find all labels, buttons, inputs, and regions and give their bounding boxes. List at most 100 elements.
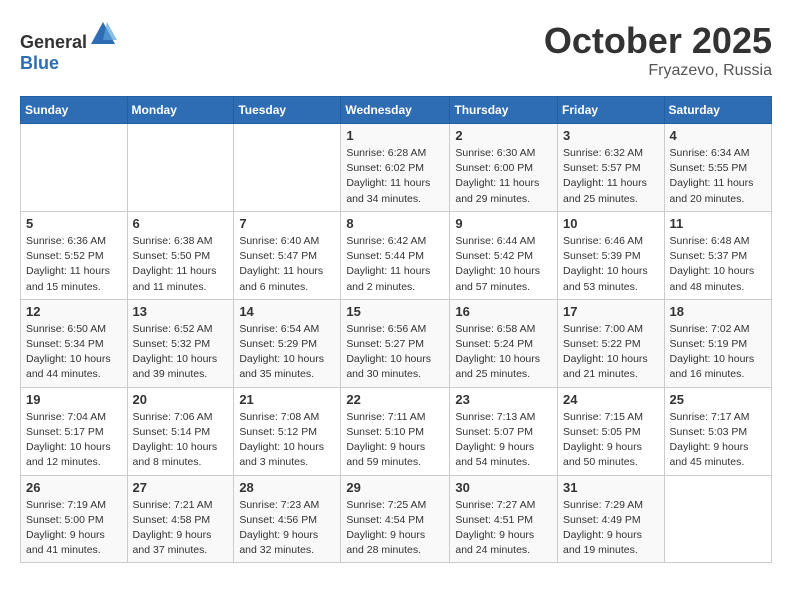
logo-blue: Blue [20,53,59,73]
day-info: Sunrise: 6:36 AMSunset: 5:52 PMDaylight:… [26,234,122,295]
day-cell: 26Sunrise: 7:19 AMSunset: 5:00 PMDayligh… [21,475,128,563]
day-cell: 17Sunrise: 7:00 AMSunset: 5:22 PMDayligh… [558,299,665,387]
day-cell: 13 Sunrise: 6:52 AMSunset: 5:32 PMDayligh… [127,299,234,387]
day-cell: 6 Sunrise: 6:38 AMSunset: 5:50 PMDaylight… [127,211,234,299]
day-info: Sunrise: 6:34 AMSunset: 5:55 PMDaylight:… [670,146,766,207]
day-number: 22 [346,392,444,407]
day-number: 4 [670,128,766,143]
day-cell: 4 Sunrise: 6:34 AMSunset: 5:55 PMDaylight… [664,124,771,212]
day-number: 5 [26,216,122,231]
day-number: 23 [455,392,552,407]
day-cell [234,124,341,212]
header-row: SundayMondayTuesdayWednesdayThursdayFrid… [21,97,772,124]
day-cell: 16 Sunrise: 6:58 AMSunset: 5:24 PMDayligh… [450,299,558,387]
day-info: Sunrise: 6:38 AMSunset: 5:50 PMDaylight:… [133,234,229,295]
day-cell: 7 Sunrise: 6:40 AMSunset: 5:47 PMDaylight… [234,211,341,299]
day-cell: 14 Sunrise: 6:54 AMSunset: 5:29 PMDayligh… [234,299,341,387]
day-info: Sunrise: 7:27 AMSunset: 4:51 PMDaylight:… [455,498,552,559]
day-cell: 28 Sunrise: 7:23 AMSunset: 4:56 PMDayligh… [234,475,341,563]
day-info: Sunrise: 6:44 AMSunset: 5:42 PMDaylight:… [455,234,552,295]
week-row-5: 26Sunrise: 7:19 AMSunset: 5:00 PMDayligh… [21,475,772,563]
header-cell-tuesday: Tuesday [234,97,341,124]
day-number: 25 [670,392,766,407]
day-cell: 5 Sunrise: 6:36 AMSunset: 5:52 PMDaylight… [21,211,128,299]
logo: General Blue [20,20,117,74]
day-info: Sunrise: 7:25 AMSunset: 4:54 PMDaylight:… [346,498,444,559]
day-info: Sunrise: 6:50 AMSunset: 5:34 PMDaylight:… [26,322,122,383]
day-cell: 1Sunrise: 6:28 AMSunset: 6:02 PMDaylight… [341,124,450,212]
day-number: 17 [563,304,659,319]
day-number: 6 [133,216,229,231]
day-cell: 24 Sunrise: 7:15 AMSunset: 5:05 PMDayligh… [558,387,665,475]
day-info: Sunrise: 7:06 AMSunset: 5:14 PMDaylight:… [133,410,229,471]
day-info: Sunrise: 6:52 AMSunset: 5:32 PMDaylight:… [133,322,229,383]
logo-text: General Blue [20,20,117,74]
day-cell: 11 Sunrise: 6:48 AMSunset: 5:37 PMDayligh… [664,211,771,299]
day-number: 16 [455,304,552,319]
day-cell: 12 Sunrise: 6:50 AMSunset: 5:34 PMDayligh… [21,299,128,387]
day-number: 19 [26,392,122,407]
day-number: 21 [239,392,335,407]
day-cell [127,124,234,212]
day-cell: 10 Sunrise: 6:46 AMSunset: 5:39 PMDayligh… [558,211,665,299]
day-info: Sunrise: 7:15 AMSunset: 5:05 PMDaylight:… [563,410,659,471]
day-info: Sunrise: 6:58 AMSunset: 5:24 PMDaylight:… [455,322,552,383]
day-cell: 30Sunrise: 7:27 AMSunset: 4:51 PMDayligh… [450,475,558,563]
logo-general: General [20,32,87,52]
day-cell: 29Sunrise: 7:25 AMSunset: 4:54 PMDayligh… [341,475,450,563]
day-cell: 19 Sunrise: 7:04 AMSunset: 5:17 PMDayligh… [21,387,128,475]
day-cell: 31 Sunrise: 7:29 AMSunset: 4:49 PMDayligh… [558,475,665,563]
header-cell-sunday: Sunday [21,97,128,124]
day-cell: 27Sunrise: 7:21 AMSunset: 4:58 PMDayligh… [127,475,234,563]
day-number: 2 [455,128,552,143]
header: General Blue October 2025 Fryazevo, Russ… [20,20,772,80]
location-title: Fryazevo, Russia [544,62,772,80]
week-row-1: 1Sunrise: 6:28 AMSunset: 6:02 PMDaylight… [21,124,772,212]
day-number: 12 [26,304,122,319]
day-number: 15 [346,304,444,319]
day-number: 26 [26,480,122,495]
day-number: 10 [563,216,659,231]
day-info: Sunrise: 6:32 AMSunset: 5:57 PMDaylight:… [563,146,659,207]
header-cell-monday: Monday [127,97,234,124]
day-info: Sunrise: 7:13 AMSunset: 5:07 PMDaylight:… [455,410,552,471]
day-info: Sunrise: 7:11 AMSunset: 5:10 PMDaylight:… [346,410,444,471]
day-number: 13 [133,304,229,319]
month-title: October 2025 [544,20,772,62]
day-info: Sunrise: 6:28 AMSunset: 6:02 PMDaylight:… [346,146,444,207]
day-info: Sunrise: 7:29 AMSunset: 4:49 PMDaylight:… [563,498,659,559]
day-number: 24 [563,392,659,407]
header-cell-saturday: Saturday [664,97,771,124]
day-cell: 2Sunrise: 6:30 AMSunset: 6:00 PMDaylight… [450,124,558,212]
day-info: Sunrise: 6:40 AMSunset: 5:47 PMDaylight:… [239,234,335,295]
day-cell: 22 Sunrise: 7:11 AMSunset: 5:10 PMDayligh… [341,387,450,475]
day-number: 14 [239,304,335,319]
day-number: 28 [239,480,335,495]
calendar-table: SundayMondayTuesdayWednesdayThursdayFrid… [20,96,772,563]
day-info: Sunrise: 6:48 AMSunset: 5:37 PMDaylight:… [670,234,766,295]
day-info: Sunrise: 7:21 AMSunset: 4:58 PMDaylight:… [133,498,229,559]
day-number: 7 [239,216,335,231]
day-number: 20 [133,392,229,407]
week-row-2: 5 Sunrise: 6:36 AMSunset: 5:52 PMDaylight… [21,211,772,299]
title-area: October 2025 Fryazevo, Russia [544,20,772,80]
day-number: 8 [346,216,444,231]
week-row-3: 12 Sunrise: 6:50 AMSunset: 5:34 PMDayligh… [21,299,772,387]
week-row-4: 19 Sunrise: 7:04 AMSunset: 5:17 PMDayligh… [21,387,772,475]
day-cell: 23 Sunrise: 7:13 AMSunset: 5:07 PMDayligh… [450,387,558,475]
day-info: Sunrise: 7:04 AMSunset: 5:17 PMDaylight:… [26,410,122,471]
day-number: 9 [455,216,552,231]
day-number: 11 [670,216,766,231]
day-info: Sunrise: 6:54 AMSunset: 5:29 PMDaylight:… [239,322,335,383]
day-cell [664,475,771,563]
header-cell-wednesday: Wednesday [341,97,450,124]
day-info: Sunrise: 7:23 AMSunset: 4:56 PMDaylight:… [239,498,335,559]
day-info: Sunrise: 7:17 AMSunset: 5:03 PMDaylight:… [670,410,766,471]
day-number: 31 [563,480,659,495]
day-info: Sunrise: 7:02 AMSunset: 5:19 PMDaylight:… [670,322,766,383]
day-cell [21,124,128,212]
day-info: Sunrise: 7:08 AMSunset: 5:12 PMDaylight:… [239,410,335,471]
day-cell: 20 Sunrise: 7:06 AMSunset: 5:14 PMDayligh… [127,387,234,475]
header-cell-thursday: Thursday [450,97,558,124]
day-info: Sunrise: 6:46 AMSunset: 5:39 PMDaylight:… [563,234,659,295]
